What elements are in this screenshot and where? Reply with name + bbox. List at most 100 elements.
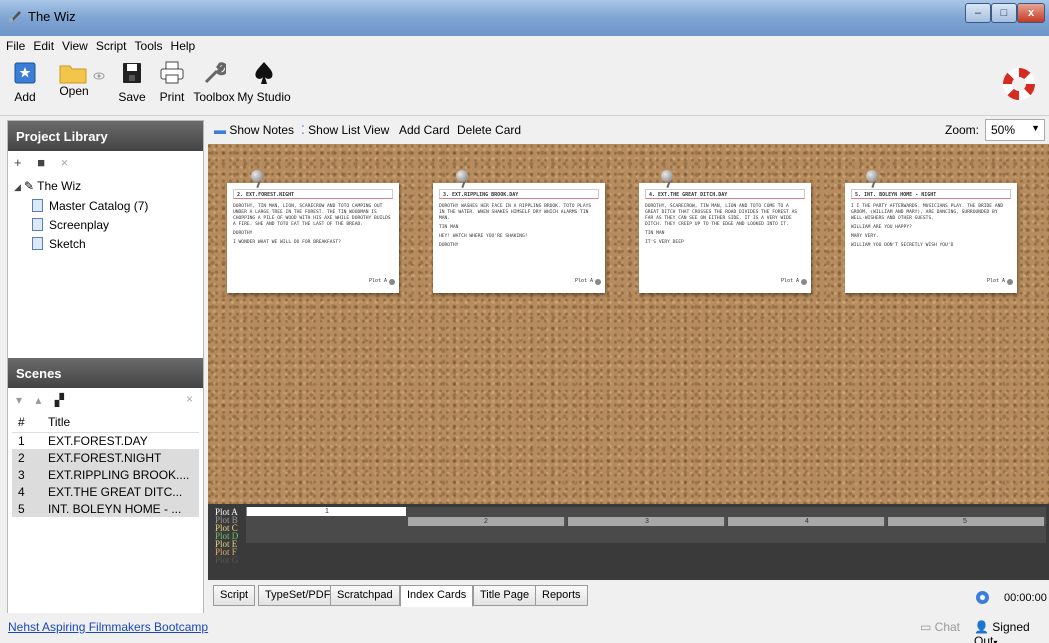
- tab-script[interactable]: Script: [213, 585, 256, 606]
- tree-item-sketch[interactable]: Sketch: [14, 235, 197, 254]
- delete-item-icon[interactable]: ×: [61, 155, 69, 170]
- close-button[interactable]: x: [1017, 3, 1045, 23]
- menu-edit[interactable]: Edit: [29, 36, 58, 53]
- move-up-icon[interactable]: ▴: [35, 393, 41, 407]
- table-row[interactable]: 5 INT. BOLEYN HOME - ...: [12, 500, 199, 517]
- board-toolbar: ▬ Show Notes ⁚ Show List View Add Card D…: [208, 120, 1049, 142]
- timer-icon[interactable]: [976, 591, 989, 604]
- add-card-button[interactable]: Add Card: [399, 123, 450, 137]
- library-tree: ◢ ✎ The Wiz Master Catalog (7) Screenplay…: [8, 175, 203, 355]
- scenes-heading: Scenes: [8, 358, 203, 388]
- timeline-scene-number: 2: [484, 518, 488, 525]
- wiz-icon: ✎: [24, 179, 38, 193]
- index-card[interactable]: 5. INT. BOLEYN HOME - NIGHT I I THE PART…: [845, 183, 1017, 293]
- card-body: I I THE PARTY AFTERWARDS. MUSICIANS PLAY…: [851, 204, 1004, 248]
- catalog-icon: [32, 199, 43, 212]
- menu-file[interactable]: File: [0, 36, 29, 53]
- signed-out-button[interactable]: 👤 Signed Out▾: [974, 620, 1049, 643]
- project-library-heading: Project Library: [8, 121, 203, 151]
- app-icon: [9, 11, 21, 22]
- zoom-select[interactable]: 50% ▼: [985, 119, 1045, 141]
- show-list-view-button[interactable]: ⁚ Show List View: [301, 123, 389, 137]
- timer-display: 00:00:00: [1004, 592, 1047, 604]
- window-title: The Wiz: [28, 9, 76, 24]
- menu-help[interactable]: Help: [167, 36, 200, 53]
- pushpin-icon: [456, 170, 468, 182]
- expand-arrow-icon[interactable]: ◢: [14, 178, 24, 197]
- help-lifebuoy-icon[interactable]: [1003, 68, 1035, 100]
- timeline-scene-number: 1: [325, 508, 329, 515]
- print-button[interactable]: Print: [156, 60, 188, 104]
- menu-view[interactable]: View: [58, 36, 92, 53]
- menu-script[interactable]: Script: [92, 36, 131, 53]
- card-plot-label: Plot A: [574, 278, 593, 284]
- chat-button[interactable]: ▭ Chat: [920, 620, 960, 634]
- card-body: DOROTHY, SCARECROW, TIN MAN, LION AND TO…: [645, 204, 798, 245]
- card-heading: 5. INT. BOLEYN HOME - NIGHT: [851, 189, 1011, 199]
- card-body: DOROTHY WASHES HER FACE IN A RIPPLING BR…: [439, 204, 592, 248]
- chat-icon: ▭: [920, 620, 935, 634]
- tree-item-screenplay[interactable]: Screenplay: [14, 216, 197, 235]
- pushpin-icon: [661, 170, 673, 182]
- sketch-icon: [32, 237, 43, 250]
- open-button[interactable]: Open: [54, 60, 94, 98]
- index-card[interactable]: 3. EXT.RIPPLING BROOK.DAY DOROTHY WASHES…: [433, 183, 605, 293]
- library-tools: + ■ ×: [8, 151, 203, 175]
- timeline-scene-number: 4: [805, 518, 809, 525]
- card-heading: 3. EXT.RIPPLING BROOK.DAY: [439, 189, 599, 199]
- plot-dot-icon: [1007, 279, 1013, 285]
- tab-scratchpad[interactable]: Scratchpad: [330, 585, 400, 606]
- delete-card-button[interactable]: Delete Card: [457, 123, 521, 137]
- tab-index-cards[interactable]: Index Cards: [400, 585, 474, 607]
- menu-bar: File Edit View Script Tools Help: [0, 36, 1049, 56]
- card-plot-label: Plot A: [780, 278, 799, 284]
- card-heading: 4. EXT.THE GREAT DITCH.DAY: [645, 189, 805, 199]
- plot-dot-icon: [595, 279, 601, 285]
- chevron-down-icon: ▾: [993, 638, 998, 643]
- add-icon: [14, 62, 36, 84]
- print-icon: [160, 61, 184, 84]
- add-button[interactable]: Add: [10, 60, 40, 104]
- maximize-button[interactable]: □: [991, 3, 1017, 23]
- pushpin-icon: [866, 170, 878, 182]
- plot-labels: Plot A Plot B Plot C Plot D Plot E Plot …: [215, 507, 239, 565]
- show-notes-button[interactable]: ▬ Show Notes: [214, 123, 294, 137]
- user-icon: 👤: [974, 620, 989, 634]
- card-heading: 2. EXT.FOREST.NIGHT: [233, 189, 393, 199]
- table-row[interactable]: 1 EXT.FOREST.DAY: [12, 432, 199, 449]
- table-row[interactable]: 2 EXT.FOREST.NIGHT: [12, 449, 199, 466]
- scene-grid-icon[interactable]: ▞: [55, 393, 64, 407]
- table-row[interactable]: 3 EXT.RIPPLING BROOK....: [12, 466, 199, 483]
- tab-reports[interactable]: Reports: [535, 585, 588, 606]
- title-bar: The Wiz – □ x: [0, 0, 1049, 36]
- save-button[interactable]: Save: [117, 60, 147, 104]
- folder-icon: [59, 65, 87, 84]
- my-studio-button[interactable]: My Studio: [236, 60, 292, 104]
- scene-table: # Title 1 EXT.FOREST.DAY 2 EXT.FOREST.NIGHT…: [12, 412, 199, 517]
- table-row[interactable]: 4 EXT.THE GREAT DITC...: [12, 483, 199, 500]
- card-plot-label: Plot A: [368, 278, 387, 284]
- tab-typeset-pdf[interactable]: TypeSet/PDF: [258, 585, 338, 606]
- eye-icon: [93, 70, 105, 84]
- remove-scene-icon[interactable]: ×: [186, 392, 193, 406]
- tree-item-master-catalog[interactable]: Master Catalog (7): [14, 197, 197, 216]
- index-card[interactable]: 4. EXT.THE GREAT DITCH.DAY DOROTHY, SCAR…: [639, 183, 811, 293]
- toolbox-button[interactable]: Toolbox: [192, 60, 236, 104]
- index-card[interactable]: 2. EXT.FOREST.NIGHT DOROTHY, TIN MAN, LI…: [227, 183, 399, 293]
- bootcamp-link[interactable]: Nehst Aspiring Filmmakers Bootcamp: [8, 620, 208, 634]
- add-item-icon[interactable]: +: [14, 155, 22, 170]
- folder-item-icon[interactable]: ■: [37, 155, 45, 170]
- spade-icon: [255, 62, 273, 84]
- tree-root[interactable]: ◢ ✎ The Wiz: [14, 177, 197, 197]
- minimize-button[interactable]: –: [965, 3, 991, 23]
- timeline-scene-5[interactable]: [888, 517, 1046, 526]
- move-down-icon[interactable]: ▾: [16, 393, 22, 407]
- notes-icon: ▬: [214, 123, 230, 137]
- screenplay-icon: [32, 218, 43, 231]
- tab-title-page[interactable]: Title Page: [473, 585, 537, 606]
- plot-dot-icon: [389, 279, 395, 285]
- col-num: #: [12, 412, 42, 433]
- chevron-down-icon: ▼: [1031, 123, 1040, 133]
- left-panel: Project Library + ■ × ◢ ✎ The Wiz Master …: [7, 120, 204, 618]
- menu-tools[interactable]: Tools: [131, 36, 167, 53]
